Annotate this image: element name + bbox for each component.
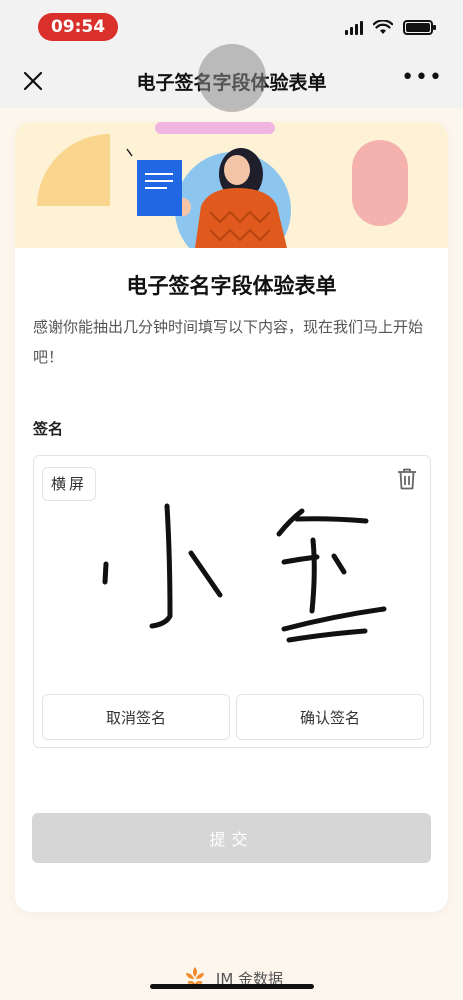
form-title: 电子签名字段体验表单: [126, 274, 337, 298]
status-time: 09:54: [38, 13, 118, 41]
signature-field-label: 签名: [33, 420, 64, 438]
signature-pad[interactable]: 横屏 取消签名 确认签名: [33, 455, 431, 748]
status-icons: [345, 20, 436, 35]
touch-indicator: [198, 44, 266, 112]
confirm-signature-button[interactable]: 确认签名: [236, 694, 424, 740]
form-description: 感谢你能抽出几分钟时间填写以下内容，现在我们马上开始吧！: [33, 318, 424, 366]
landscape-button[interactable]: 横屏: [42, 467, 96, 501]
more-icon[interactable]: •••: [401, 67, 443, 89]
trash-icon[interactable]: [396, 467, 418, 491]
cancel-signature-button[interactable]: 取消签名: [42, 694, 230, 740]
signal-icon: [345, 20, 363, 35]
form-banner: [15, 122, 448, 248]
form-card: 电子签名字段体验表单 感谢你能抽出几分钟时间填写以下内容，现在我们马上开始吧！ …: [15, 122, 448, 912]
battery-icon: [403, 20, 436, 35]
signature-actions: 取消签名 确认签名: [42, 694, 424, 740]
submit-button[interactable]: 提交: [32, 813, 431, 863]
wifi-icon: [373, 20, 393, 34]
banner-illustration: [37, 122, 408, 248]
home-indicator: [150, 984, 314, 989]
